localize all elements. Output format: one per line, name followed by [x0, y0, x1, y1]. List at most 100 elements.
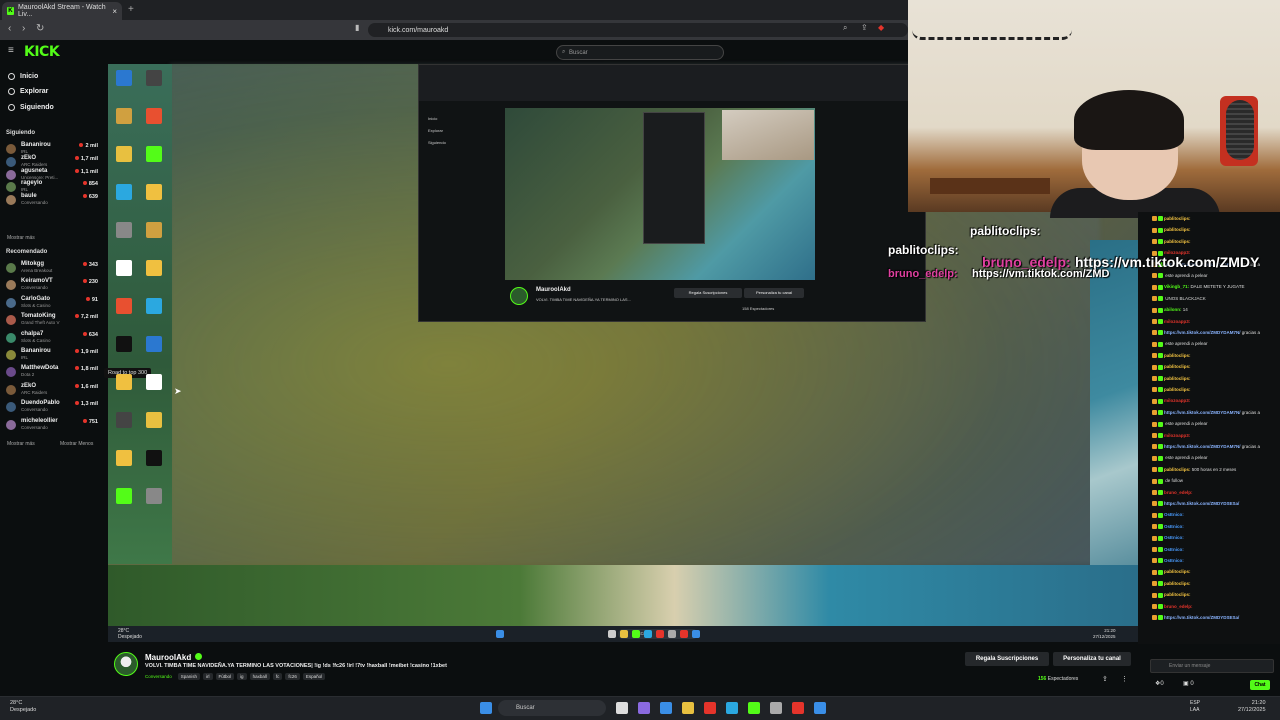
badge-icon	[1158, 546, 1163, 552]
chat-message: milozoapp3:	[1152, 433, 1190, 438]
taskbar-app-icon[interactable]	[814, 702, 826, 714]
desktop-app-icon	[146, 488, 162, 504]
chat-message: abilonn: 14	[1152, 307, 1188, 313]
badge-icon	[1152, 558, 1157, 564]
recommended-item[interactable]: micheleollier Conversando 751	[6, 418, 98, 432]
channel-category: Dota 2	[21, 372, 35, 378]
stream-tag[interactable]: fc26	[285, 673, 300, 680]
desktop-app-icon	[116, 374, 132, 390]
chat-send-button[interactable]: Chat	[1250, 680, 1270, 690]
search-input[interactable]: ⌕ Buscar	[556, 45, 724, 60]
close-tab-icon[interactable]: ×	[112, 7, 117, 16]
chat-message: pablitoclips:	[1152, 227, 1191, 233]
show-more-link[interactable]: Mostrar más	[7, 235, 35, 241]
recommended-item[interactable]: chalpa7 Slots & Casino 634	[6, 331, 98, 345]
channel-avatar	[6, 144, 16, 154]
forward-icon[interactable]: ›	[22, 23, 25, 34]
badge-icon	[1152, 307, 1157, 313]
chat-message: OsEnico:	[1152, 535, 1184, 541]
streamer-avatar[interactable]	[114, 652, 138, 676]
chat-username: pablitoclips:	[1164, 375, 1191, 381]
taskbar-app-icon[interactable]	[748, 702, 760, 714]
badge-icon	[1158, 330, 1163, 336]
stream-tag[interactable]: Fútbol	[215, 673, 235, 680]
show-more-link-2[interactable]: Mostrar más	[7, 441, 35, 447]
bookmark-icon[interactable]: ▮	[355, 23, 359, 32]
following-item[interactable]: baule Conversando 639	[6, 193, 98, 207]
taskbar-app-icon[interactable]	[660, 702, 672, 714]
customize-channel-button[interactable]: Personaliza tu canal	[1053, 652, 1131, 666]
taskbar-clock[interactable]: 21:20 27/12/2025	[1238, 700, 1266, 714]
stream-tag[interactable]: ig	[237, 673, 247, 680]
chat-username: OsEnico:	[1164, 523, 1184, 529]
badge-icon	[1152, 535, 1157, 541]
stream-tag[interactable]: Spanish	[177, 673, 201, 680]
stream-tag[interactable]: Español	[302, 673, 326, 680]
taskbar-search[interactable]: Buscar	[498, 700, 606, 716]
kick-logo[interactable]: KICK	[24, 44, 60, 60]
brave-shield-icon[interactable]: ◆	[878, 23, 884, 32]
taskbar-app-icon[interactable]	[726, 702, 738, 714]
share-icon[interactable]: ⇪	[1102, 675, 1108, 683]
show-less-link[interactable]: Mostrar Menos	[60, 441, 93, 447]
points-icon[interactable]: ❖0	[1155, 680, 1164, 687]
desktop-app-icon	[146, 412, 162, 428]
taskbar-app-icon[interactable]	[792, 702, 804, 714]
browser-tab[interactable]: K MauroolAkd Stream - Watch Liv... ×	[2, 2, 122, 20]
badge-icon	[1152, 353, 1157, 359]
more-options-icon[interactable]: ⋮	[1121, 675, 1128, 683]
taskbar-app-icon[interactable]	[704, 702, 716, 714]
taskbar-app-icon[interactable]	[638, 702, 650, 714]
badge-icon	[1152, 216, 1157, 222]
recommended-item[interactable]: KeiramoVT Conversando 230	[6, 278, 98, 292]
badge-icon	[1152, 410, 1157, 416]
stream-title: VOLVI. TIMBA TIME NAVIDEÑA.YA TERMINO LA…	[145, 663, 447, 669]
taskbar-app-icon[interactable]	[682, 702, 694, 714]
sidebar-nav-siguiendo[interactable]: Siguiendo	[8, 104, 54, 111]
channel-viewers: 230	[82, 279, 98, 285]
chat-message: pablitoclips:	[1152, 216, 1191, 222]
reload-icon[interactable]: ↻	[36, 23, 44, 34]
stream-tag[interactable]: fc	[272, 673, 283, 680]
recommended-item[interactable]: zEkO ARC Raiders 1,6 mil	[6, 383, 98, 397]
desktop-app-icon	[146, 298, 162, 314]
recommended-item[interactable]: MatthewDota Dota 2 1,8 mil	[6, 365, 98, 379]
chat-message: pablitoclips:	[1152, 581, 1191, 587]
windows-start-icon[interactable]	[480, 702, 492, 714]
chat-username: bruno_edelp:	[1164, 489, 1193, 495]
chat-message: este aprendi a pelear	[1152, 273, 1208, 279]
embedded-sidebar: Inicio Explorar Siguiendo	[420, 108, 500, 320]
recommended-item[interactable]: TomatoKing Grand Theft Auto V 7,2 mil	[6, 313, 98, 327]
chat-input[interactable]: Enviar un mensaje	[1150, 659, 1274, 673]
channel-avatar	[6, 297, 16, 308]
back-icon[interactable]: ‹	[8, 23, 11, 34]
badge-icon	[1152, 444, 1157, 450]
recommended-item[interactable]: CarloGato Slots & Casino 91	[6, 296, 98, 310]
badge-icon	[1152, 467, 1157, 473]
recommended-item[interactable]: Mitokgg Arena Breakout 343	[6, 261, 98, 275]
share-icon[interactable]: ⇪	[861, 23, 868, 32]
streamer-name[interactable]: MauroolAkd	[145, 653, 191, 662]
hamburger-menu-icon[interactable]: ≡	[8, 45, 14, 56]
sidebar-nav-explorar[interactable]: Explorar	[8, 88, 48, 95]
chat-username: pablitoclips:	[1164, 466, 1192, 472]
gift-subs-button[interactable]: Regala Suscripciones	[965, 652, 1049, 666]
badge-icon	[1158, 227, 1163, 233]
category-tag[interactable]: Conversando	[145, 673, 175, 680]
taskbar-app-icon[interactable]	[770, 702, 782, 714]
stream-tag[interactable]: haxball	[249, 673, 270, 680]
zoom-icon[interactable]: ⌕	[843, 23, 847, 33]
new-tab-button[interactable]: +	[128, 4, 134, 15]
taskbar-weather[interactable]: 28°C Despejado	[10, 700, 36, 714]
sidebar-nav-inicio[interactable]: Inicio	[8, 73, 38, 80]
badge-icon	[1152, 421, 1157, 427]
chat-message: bruno_edelp:	[1152, 490, 1193, 495]
channel-name: CarloGato	[21, 295, 51, 302]
recommended-item[interactable]: DuendoPablo Conversando 1,3 mil	[6, 400, 98, 414]
taskbar-app-icon[interactable]	[616, 702, 628, 714]
stream-tag[interactable]: irl	[203, 673, 213, 680]
badge-icon	[1152, 432, 1157, 438]
taskbar-language[interactable]: ESP LAA	[1190, 700, 1200, 714]
recommended-item[interactable]: Bananirou IRL 1,9 mil	[6, 348, 98, 362]
url-field[interactable]: kick.com/mauroakd	[368, 23, 908, 37]
